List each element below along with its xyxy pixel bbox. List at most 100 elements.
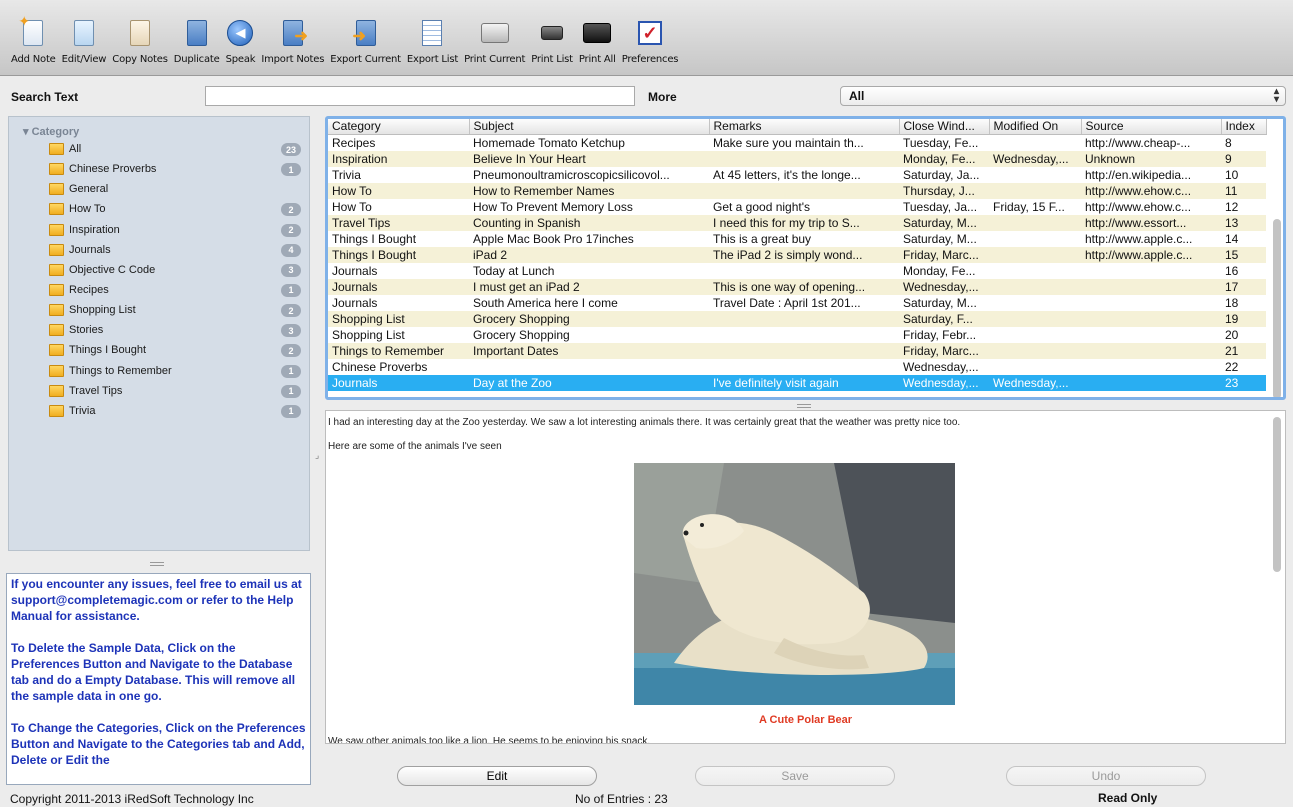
print-list-button[interactable]: Print List — [528, 18, 576, 65]
table-cell: iPad 2 — [469, 246, 709, 263]
import-notes-icon: ➜ — [279, 18, 308, 48]
category-label: How To — [69, 203, 106, 216]
table-row[interactable]: Journals Today at Lunch Monday, Fe... 16 — [328, 263, 1266, 279]
category-sidebar: ▾ Category All 23 Chinese Proverbs 1 General… — [8, 116, 310, 551]
table-cell: Journals — [332, 263, 378, 278]
table-cell — [1081, 327, 1221, 343]
category-header[interactable]: ▾ Category — [23, 125, 79, 138]
category-item[interactable]: Objective C Code 3 — [9, 260, 309, 280]
search-input[interactable] — [205, 86, 635, 106]
table-scrollbar[interactable] — [1273, 219, 1281, 397]
note-scrollbar[interactable] — [1273, 417, 1281, 572]
speak-button[interactable]: ◀ Speak — [223, 18, 259, 65]
edit-view-button[interactable]: Edit/View — [59, 18, 110, 65]
export-list-button[interactable]: Export List — [404, 18, 461, 65]
table-row[interactable]: Shopping List Grocery Shopping Saturday, F… — [328, 310, 1266, 327]
category-item[interactable]: Things to Remember 1 — [9, 361, 309, 381]
table-row[interactable]: Recipes Homemade Tomato Ketchup Make sure … — [328, 134, 1266, 151]
column-header[interactable]: Index — [1221, 119, 1267, 135]
table-row[interactable]: Things to Remember Important Dates Friday,… — [328, 342, 1266, 359]
copy-notes-label: Copy Notes — [112, 54, 168, 65]
category-list: All 23 Chinese Proverbs 1 General How To 2 Insp… — [9, 139, 309, 421]
category-item[interactable]: Stories 3 — [9, 320, 309, 340]
edit-button[interactable]: Edit — [397, 766, 597, 786]
table-row[interactable]: Trivia Pneumonoultramicroscopicsilicovol.… — [328, 167, 1266, 183]
table-cell: Trivia — [332, 167, 361, 182]
folder-icon — [49, 223, 64, 236]
table-row[interactable]: Journals I must get an iPad 2 This is one … — [328, 278, 1266, 295]
folder-icon — [49, 283, 64, 296]
category-label: Things to Remember — [69, 364, 172, 377]
table-row[interactable]: How To How To Prevent Memory Loss Get a go… — [328, 199, 1266, 215]
content-splitter[interactable] — [797, 404, 811, 408]
table-row[interactable]: Journals Day at the Zoo I've definitely vi… — [328, 374, 1266, 391]
updown-arrows-icon: ▴ ▾ — [1273, 86, 1279, 105]
export-current-button[interactable]: ➜ Export Current — [327, 18, 404, 65]
table-cell: http://www.ehow.c... — [1085, 199, 1192, 214]
add-note-button[interactable]: ✦ Add Note — [8, 13, 59, 65]
resize-handle-icon[interactable]: ⌟ — [315, 450, 319, 461]
table-row[interactable]: Travel Tips Counting in Spanish I need thi… — [328, 214, 1266, 231]
print-all-button[interactable]: Print All — [576, 18, 619, 65]
category-item[interactable]: Trivia 1 — [9, 401, 309, 421]
folder-icon — [49, 203, 64, 216]
table-row[interactable]: How To How to Remember Names Thursday, J..… — [328, 182, 1266, 199]
table-row[interactable]: Chinese Proverbs Wednesday,... 22 — [328, 359, 1266, 375]
column-header[interactable]: Category — [328, 119, 470, 135]
folder-icon — [49, 304, 64, 317]
print-current-button[interactable]: Print Current — [461, 18, 528, 65]
category-label: Recipes — [69, 284, 109, 297]
import-notes-button[interactable]: ➜ Import Notes — [258, 18, 327, 65]
sidebar-splitter[interactable] — [150, 562, 164, 566]
undo-button[interactable]: Undo — [1006, 766, 1206, 786]
table-row[interactable]: Things I Bought iPad 2 The iPad 2 is simpl… — [328, 246, 1266, 263]
table-row[interactable]: Journals South America here I come Travel … — [328, 295, 1266, 311]
category-count-badge: 4 — [281, 243, 301, 257]
table-cell: 12 — [1225, 199, 1239, 214]
table-row[interactable]: Shopping List Grocery Shopping Friday, Feb… — [328, 327, 1266, 343]
table-cell: 10 — [1225, 167, 1239, 182]
table-cell: 21 — [1221, 342, 1266, 359]
table-cell — [1081, 295, 1221, 311]
category-count-badge: 1 — [281, 364, 301, 378]
category-item[interactable]: General — [9, 179, 309, 199]
column-header[interactable]: Subject — [469, 119, 710, 135]
table-cell — [989, 246, 1081, 263]
category-item[interactable]: Shopping List 2 — [9, 300, 309, 320]
preferences-button[interactable]: ✓ Preferences — [619, 18, 682, 65]
table-cell: Unknown — [1081, 150, 1221, 167]
category-item[interactable]: Travel Tips 1 — [9, 381, 309, 401]
table-row[interactable]: Things I Bought Apple Mac Book Pro 17inch… — [328, 231, 1266, 247]
table-header-row: Category Subject Remarks Close Wind... Modif… — [328, 119, 1267, 135]
column-header[interactable]: Close Wind... — [899, 119, 990, 135]
folder-icon — [49, 364, 64, 377]
duplicate-icon — [183, 18, 211, 48]
info-paragraph-categories: To Change the Categories, Click on the P… — [11, 721, 306, 767]
category-label: Things I Bought — [69, 344, 147, 357]
column-header[interactable]: Modified On — [989, 119, 1082, 135]
column-header[interactable]: Source — [1081, 119, 1222, 135]
category-item[interactable]: Inspiration 2 — [9, 220, 309, 240]
export-current-label: Export Current — [330, 54, 401, 65]
category-item[interactable]: Journals 4 — [9, 240, 309, 260]
duplicate-button[interactable]: Duplicate — [171, 18, 223, 65]
category-item[interactable]: Chinese Proverbs 1 — [9, 159, 309, 179]
save-button[interactable]: Save — [695, 766, 895, 786]
column-header[interactable]: Remarks — [709, 119, 900, 135]
table-cell — [989, 327, 1081, 343]
copy-notes-button[interactable]: Copy Notes — [109, 18, 170, 65]
table-row[interactable]: Inspiration Believe In Your Heart Monday, … — [328, 150, 1266, 167]
filter-select[interactable]: All ▴ ▾ — [840, 86, 1286, 106]
category-count-badge: 2 — [281, 223, 301, 237]
category-item[interactable]: Recipes 1 — [9, 280, 309, 300]
table-cell: Monday, Fe... — [903, 263, 976, 278]
category-label: Shopping List — [69, 304, 136, 317]
info-box: If you encounter any issues, feel free t… — [6, 573, 311, 785]
category-item[interactable]: How To 2 — [9, 199, 309, 219]
table-cell: 18 — [1225, 295, 1239, 310]
table-cell: 19 — [1221, 310, 1266, 327]
category-item[interactable]: All 23 — [9, 139, 309, 159]
table-cell — [1081, 359, 1221, 375]
category-item[interactable]: Things I Bought 2 — [9, 340, 309, 360]
table-cell: This is a great buy — [713, 231, 812, 246]
